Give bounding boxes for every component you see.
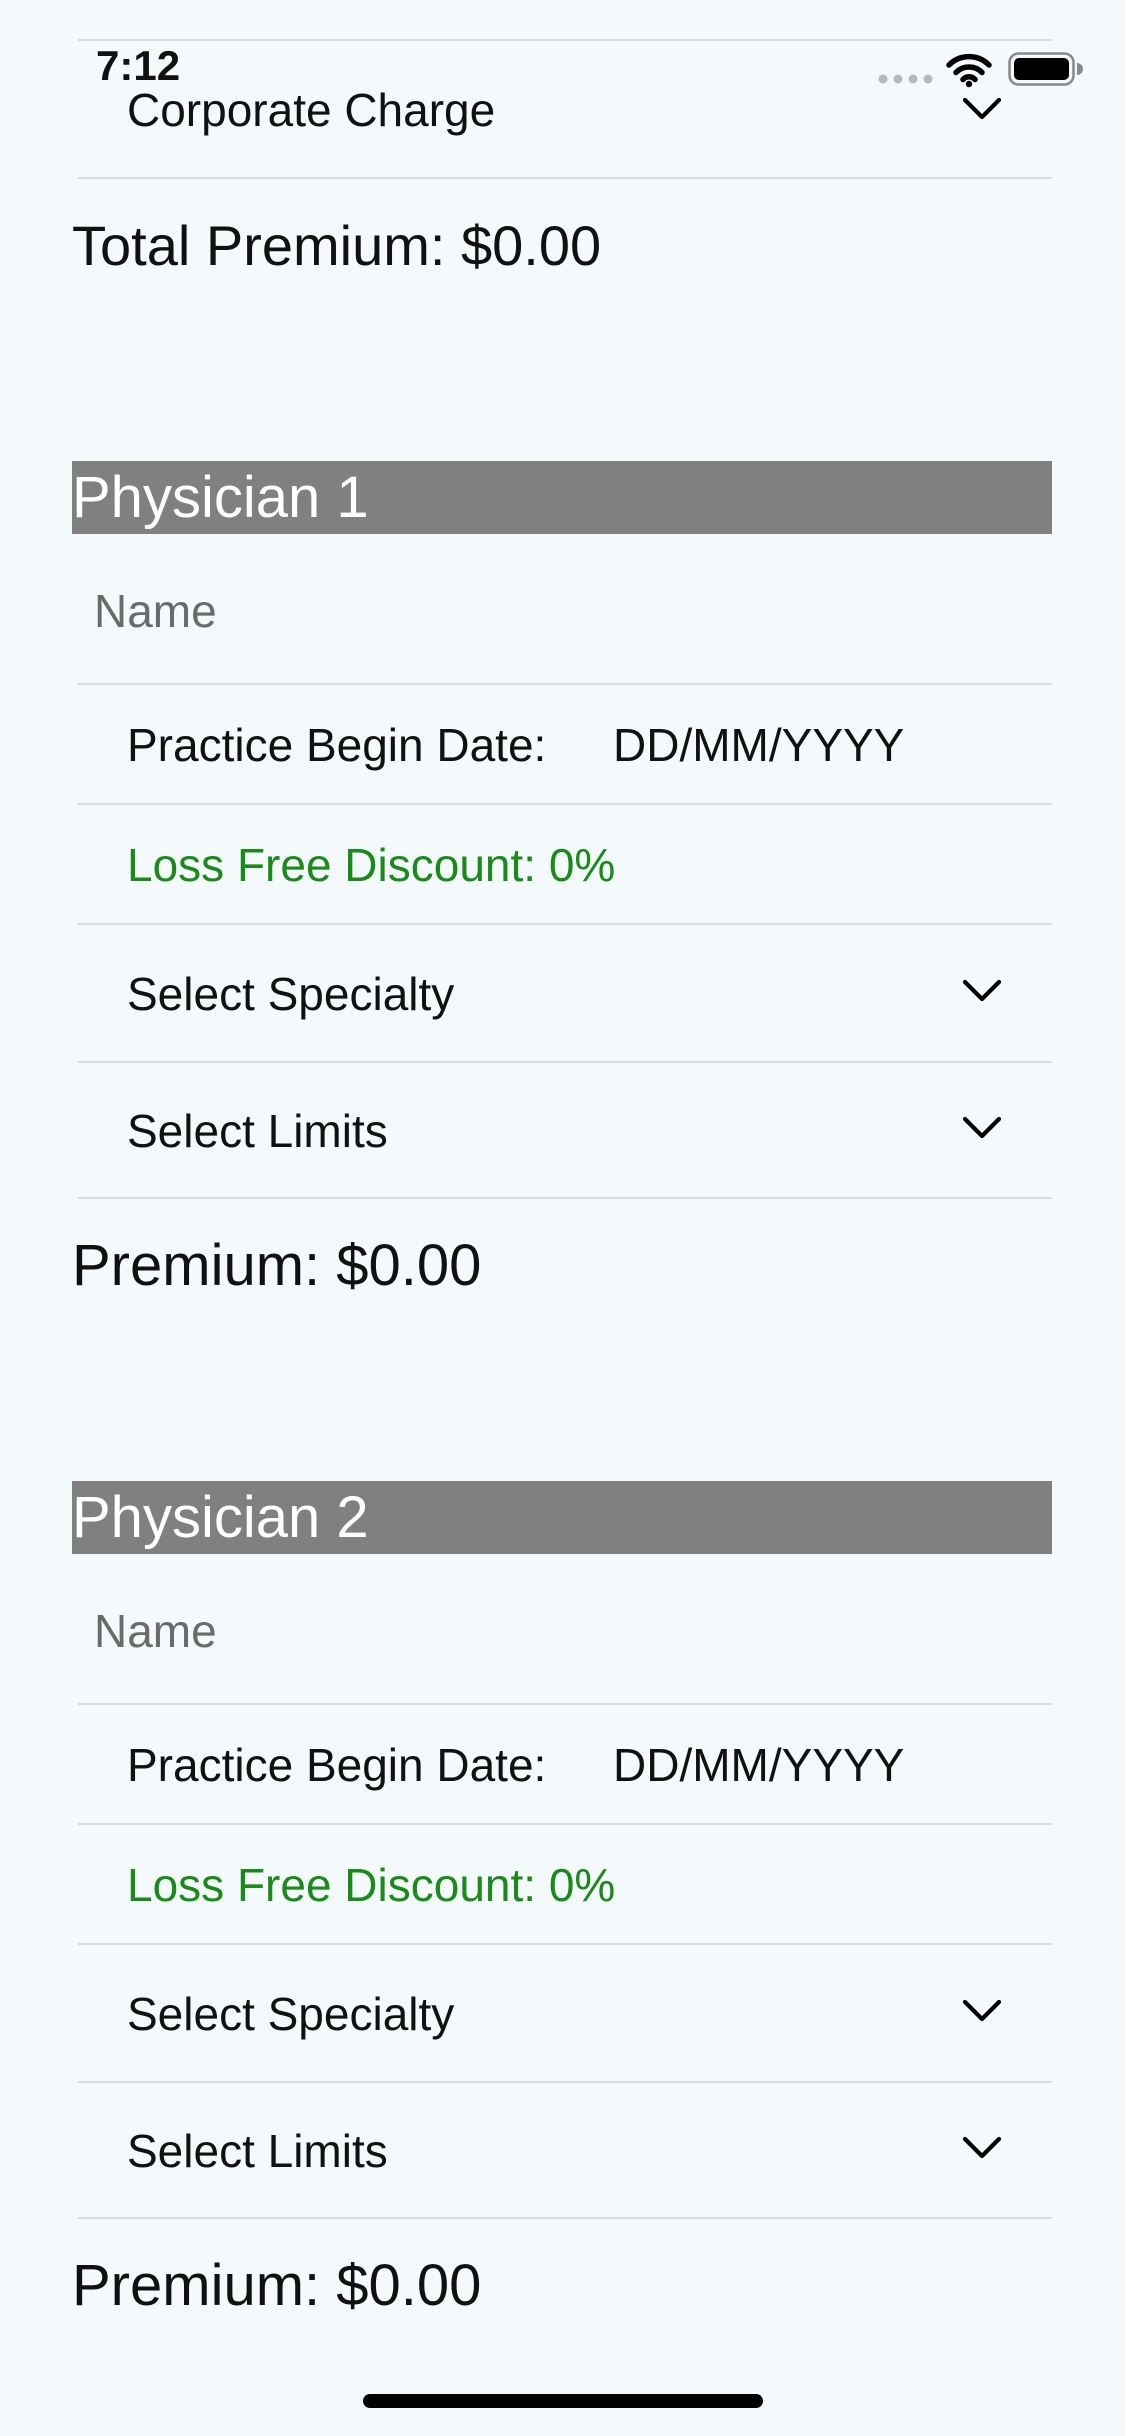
- corporate-charge-label[interactable]: Corporate Charge: [127, 83, 495, 137]
- physician-1-select-specialty[interactable]: Select Specialty: [127, 967, 454, 1021]
- chevron-down-icon[interactable]: [962, 1116, 1002, 1140]
- physician-2-select-specialty[interactable]: Select Specialty: [127, 1987, 454, 2041]
- divider: [78, 1823, 1052, 1825]
- divider: [78, 683, 1052, 685]
- physician-1-header: Physician 1: [72, 461, 1052, 534]
- divider: [78, 803, 1052, 805]
- divider: [78, 1703, 1052, 1705]
- total-premium: Total Premium: $0.00: [72, 214, 602, 277]
- chevron-down-icon[interactable]: [962, 2136, 1002, 2160]
- divider: [78, 2217, 1052, 2219]
- battery-icon: [1008, 52, 1083, 86]
- physician-2-select-limits[interactable]: Select Limits: [127, 2124, 388, 2178]
- divider: [78, 39, 1052, 41]
- chevron-down-icon[interactable]: [962, 979, 1002, 1003]
- divider: [78, 923, 1052, 925]
- divider: [78, 2081, 1052, 2083]
- divider: [78, 1943, 1052, 1945]
- physician-1-practice-begin-label: Practice Begin Date:: [127, 719, 547, 771]
- physician-1-premium: Premium: $0.00: [72, 1233, 482, 1298]
- physician-1-loss-free-discount: Loss Free Discount: 0%: [127, 839, 616, 891]
- divider: [78, 1197, 1052, 1199]
- physician-1-practice-begin-date[interactable]: DD/MM/YYYY: [613, 718, 904, 772]
- physician-2-loss-free-discount: Loss Free Discount: 0%: [127, 1859, 616, 1911]
- physician-1-name-input[interactable]: [78, 569, 1052, 653]
- chevron-down-icon[interactable]: [962, 1999, 1002, 2023]
- physician-2-name-input[interactable]: [78, 1589, 1052, 1673]
- wifi-icon: [946, 53, 992, 88]
- physician-2-practice-begin-label: Practice Begin Date:: [127, 1739, 547, 1791]
- physician-2-practice-begin-date[interactable]: DD/MM/YYYY: [613, 1738, 904, 1792]
- divider: [78, 1061, 1052, 1063]
- physician-2-premium: Premium: $0.00: [72, 2253, 482, 2318]
- divider: [78, 177, 1052, 179]
- chevron-down-icon[interactable]: [962, 97, 1002, 121]
- home-indicator[interactable]: [363, 2394, 763, 2408]
- physician-1-select-limits[interactable]: Select Limits: [127, 1104, 388, 1158]
- signal-dots-icon: [878, 74, 933, 84]
- physician-2-header: Physician 2: [72, 1481, 1052, 1554]
